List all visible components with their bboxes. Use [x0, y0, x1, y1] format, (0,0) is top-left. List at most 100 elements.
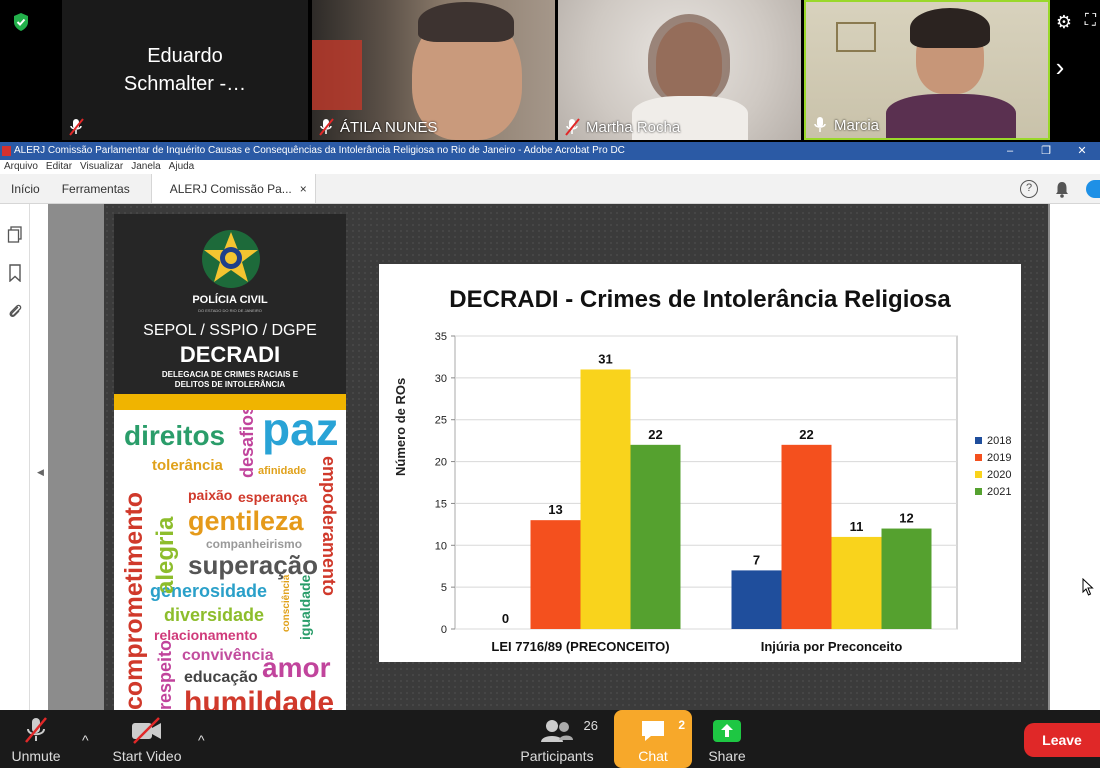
start-video-icon-wrap — [129, 710, 165, 744]
page-thumbnails-icon[interactable] — [7, 226, 23, 244]
start-video-label: Start Video — [112, 748, 182, 764]
chart-legend: 2018 2019 2020 2021 — [975, 432, 1011, 500]
legend-swatch — [975, 488, 982, 495]
legend-swatch — [975, 437, 982, 444]
word-esperanca: esperança — [238, 489, 308, 505]
word-afinidade: afinidade — [258, 465, 307, 477]
start-video-button[interactable]: Start Video — [108, 710, 186, 768]
share-label: Share — [708, 748, 746, 764]
presentation-slide: POLÍCIA CIVIL DO ESTADO DO RIO DE JANEIR… — [104, 204, 1048, 710]
tab-document-label: ALERJ Comissão Pa... — [169, 181, 292, 196]
attachment-paperclip-icon[interactable] — [7, 302, 23, 320]
banner-unit-desc-line-1: DELEGACIA DE CRIMES RACIAIS E — [161, 370, 299, 379]
tab-bar: Início Ferramentas ALERJ Comissão Pa... … — [0, 174, 1100, 204]
bell-icon[interactable] — [1054, 180, 1070, 198]
participants-label: Participants — [520, 748, 594, 764]
word-humildade: humildade — [184, 686, 335, 711]
close-tab-icon[interactable]: × — [300, 182, 307, 196]
navigation-rail — [0, 204, 30, 710]
participants-button[interactable]: 26 Participants — [516, 710, 598, 768]
meeting-toolbar: Unmute ^ Start Video ^ 26 Participants 2… — [0, 710, 1100, 768]
video-options-caret-icon[interactable]: ^ — [198, 732, 205, 748]
participant-name-large: Eduardo Schmalter -… — [123, 45, 247, 95]
legend-entry: 2019 — [975, 449, 1011, 466]
participant-hair — [648, 14, 730, 104]
word-paixao: paixão — [188, 487, 233, 503]
chat-icon-wrap: 2 — [639, 710, 685, 744]
menu-bar: Arquivo Editar Visualizar Janela Ajuda — [0, 160, 1100, 174]
next-page-chevron-icon[interactable]: › — [1046, 52, 1074, 82]
minimize-button[interactable]: – — [992, 142, 1028, 160]
document-viewport[interactable]: POLÍCIA CIVIL DO ESTADO DO RIO DE JANEIR… — [48, 204, 1050, 710]
menu-editar[interactable]: Editar — [46, 160, 72, 174]
participant-tile-3[interactable]: Martha Rocha — [558, 0, 801, 140]
mic-muted-icon — [319, 118, 334, 136]
legend-entry: 2021 — [975, 483, 1011, 500]
tab-tools[interactable]: Ferramentas — [51, 174, 141, 203]
bar-chart: 0 5 10 15 20 25 30 35 0 13 31 22 LEI 7716/89 (PRECON… — [435, 331, 958, 654]
tab-home[interactable]: Início — [0, 174, 51, 203]
chat-bubble-icon — [642, 721, 664, 741]
unmute-label: Unmute — [11, 748, 61, 764]
mouse-cursor-icon — [1082, 578, 1094, 596]
bar-data-label: 7 — [753, 552, 760, 567]
collapse-panel-arrow-icon[interactable]: ◀ — [37, 467, 44, 478]
fullscreen-icon[interactable]: ⛶ — [1085, 12, 1096, 30]
participant-shirt — [886, 94, 1016, 138]
participant-tile-4-active-speaker[interactable]: Marcia — [804, 0, 1050, 140]
legend-label: 2020 — [987, 468, 1012, 481]
word-paz: paz — [262, 410, 339, 455]
legend-swatch — [975, 471, 982, 478]
menu-janela[interactable]: Janela — [131, 160, 160, 174]
x-category-label: Injúria por Preconceito — [761, 639, 903, 654]
unmute-button[interactable]: Unmute — [8, 710, 64, 768]
word-convivencia: convivência — [182, 647, 274, 664]
right-tools-rail — [1050, 204, 1100, 710]
mic-muted-icon — [69, 118, 84, 136]
word-alegria: alegria — [152, 516, 179, 594]
participant-name: Martha Rocha — [586, 118, 681, 136]
tab-bar-actions: ? — [1020, 174, 1100, 204]
participants-icon-wrap: 26 — [540, 710, 598, 744]
banner-org-sub: DO ESTADO DO RIO DE JANEIRO — [198, 308, 262, 313]
bar — [881, 528, 932, 629]
leave-meeting-button[interactable]: Leave — [1024, 723, 1100, 757]
background-painting — [312, 40, 362, 110]
legend-entry: 2018 — [975, 432, 1011, 449]
word-companheirismo: companheirismo — [206, 537, 303, 551]
help-icon[interactable]: ? — [1020, 180, 1038, 198]
banner-org: POLÍCIA CIVIL — [192, 294, 268, 306]
participant-tile-2[interactable]: ÁTILA NUNES — [312, 0, 555, 140]
menu-arquivo[interactable]: Arquivo — [4, 160, 38, 174]
participants-count: 26 — [583, 718, 598, 733]
bar-data-label: 12 — [899, 511, 913, 526]
legend-label: 2021 — [987, 485, 1012, 498]
menu-visualizar[interactable]: Visualizar — [80, 160, 123, 174]
share-screen-icon — [713, 720, 741, 742]
chat-button[interactable]: 2 Chat — [614, 710, 692, 768]
y-tick-label: 10 — [435, 540, 447, 552]
close-window-button[interactable]: ✕ — [1064, 142, 1100, 160]
video-strip: Eduardo Schmalter -… ÁTILA NUNES Martha … — [0, 0, 1100, 142]
participant-tile-1[interactable]: Eduardo Schmalter -… — [62, 0, 308, 140]
bookmark-icon[interactable] — [7, 264, 23, 282]
encryption-shield-icon[interactable] — [12, 12, 30, 32]
participant-hair — [910, 8, 990, 48]
participant-name: Marcia — [834, 116, 880, 134]
share-screen-button[interactable]: Share — [702, 710, 752, 768]
tab-document[interactable]: ALERJ Comissão Pa... × — [150, 174, 316, 203]
restore-button[interactable]: ❐ — [1028, 142, 1064, 160]
policia-civil-badge-icon — [202, 230, 260, 288]
account-avatar-icon[interactable] — [1086, 180, 1100, 198]
video-off-icon — [132, 717, 161, 744]
participant-name: ÁTILA NUNES — [340, 118, 438, 136]
audio-options-caret-icon[interactable]: ^ — [82, 732, 89, 748]
banner-yellow-stripe — [114, 394, 346, 410]
decradi-banner: POLÍCIA CIVIL DO ESTADO DO RIO DE JANEIR… — [114, 214, 346, 710]
word-educacao: educação — [184, 669, 258, 686]
gear-icon[interactable]: ⚙ — [1056, 12, 1072, 33]
acrobat-pdf-icon — [2, 146, 11, 156]
menu-ajuda[interactable]: Ajuda — [169, 160, 195, 174]
mic-active-icon — [814, 117, 826, 132]
bar — [630, 444, 681, 629]
